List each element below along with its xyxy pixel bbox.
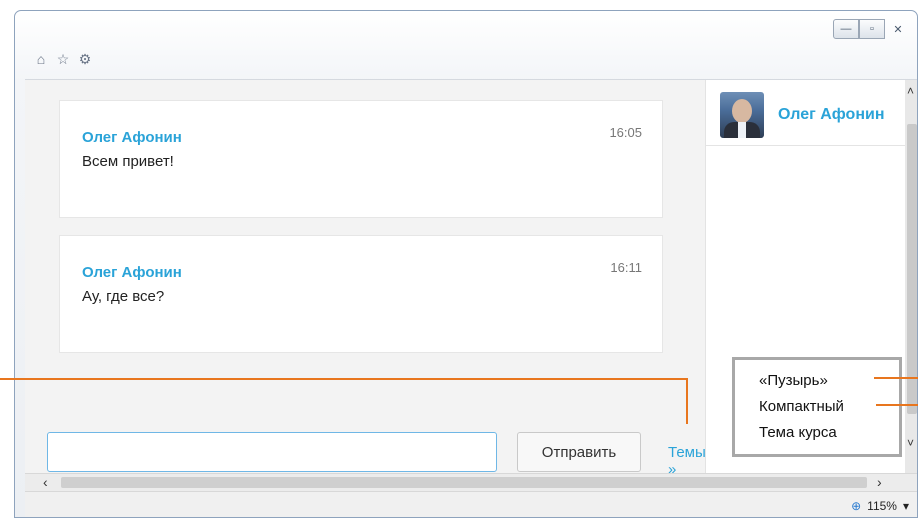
home-icon[interactable]: ⌂	[33, 51, 49, 68]
callout-line	[874, 377, 918, 379]
maximize-button[interactable]: ▫	[859, 19, 885, 39]
message-time: 16:05	[609, 125, 642, 140]
message-card: Олег Афонин Ау, где все? 16:11	[59, 235, 663, 353]
message-input[interactable]	[47, 432, 497, 472]
compose-bar: Отправить Темы »	[25, 422, 706, 478]
chevron-down-icon[interactable]: ▾	[903, 499, 909, 513]
zoom-level: 115%	[867, 499, 897, 513]
callout-line	[0, 378, 688, 380]
user-list-item[interactable]: Олег Афонин	[706, 88, 914, 146]
vertical-scrollbar[interactable]: ˄ ˅	[905, 80, 917, 474]
scroll-up-icon[interactable]: ˄	[907, 84, 914, 98]
theme-menu: «Пузырь» Компактный Тема курса	[732, 357, 902, 457]
send-button[interactable]: Отправить	[517, 432, 641, 472]
star-icon[interactable]: ☆	[55, 51, 71, 68]
callout-line	[876, 404, 918, 406]
message-time: 16:11	[610, 260, 642, 275]
gear-icon[interactable]: ⚙	[77, 51, 93, 68]
scroll-thumb[interactable]	[61, 477, 867, 488]
message-author[interactable]: Олег Афонин	[82, 264, 182, 281]
horizontal-scrollbar[interactable]: ‹ ›	[25, 473, 917, 491]
user-name[interactable]: Олег Афонин	[778, 106, 884, 124]
browser-toolbar: ⌂ ☆ ⚙	[33, 51, 93, 68]
scroll-right-icon[interactable]: ›	[877, 474, 882, 490]
avatar	[720, 92, 764, 138]
message-text: Всем привет!	[82, 153, 174, 170]
zoom-icon: ⊕	[851, 499, 862, 513]
minimize-button[interactable]: —	[833, 19, 859, 39]
window-controls: — ▫ ✕	[833, 19, 911, 39]
zoom-control[interactable]: ⊕ 115% ▾	[851, 499, 909, 513]
scroll-down-icon[interactable]: ˅	[907, 436, 914, 450]
theme-menu-item[interactable]: Тема курса	[759, 424, 837, 441]
close-button[interactable]: ✕	[885, 19, 911, 39]
theme-menu-item[interactable]: Компактный	[759, 398, 844, 415]
message-text: Ау, где все?	[82, 288, 165, 305]
scroll-thumb[interactable]	[907, 124, 917, 414]
scroll-left-icon[interactable]: ‹	[43, 474, 48, 490]
status-bar: ⊕ 115% ▾	[25, 491, 917, 517]
message-card: Олег Афонин Всем привет! 16:05	[59, 100, 663, 218]
message-author[interactable]: Олег Афонин	[82, 129, 182, 146]
callout-line	[686, 378, 688, 424]
theme-menu-item[interactable]: «Пузырь»	[759, 372, 828, 389]
